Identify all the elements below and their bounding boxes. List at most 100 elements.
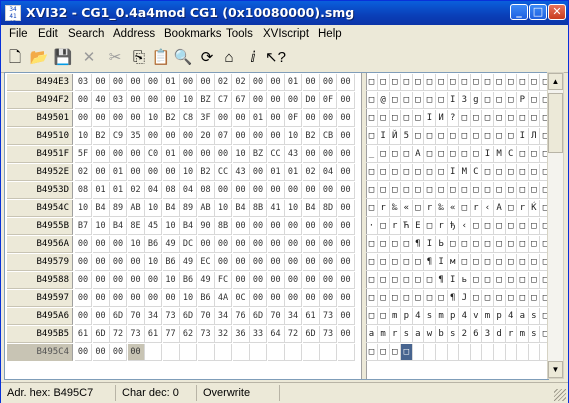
hex-cell[interactable]: 00 <box>110 74 127 91</box>
hex-cell[interactable]: 00 <box>232 218 250 235</box>
ascii-cell[interactable]: □ <box>389 290 402 307</box>
ascii-cell[interactable]: s <box>424 308 436 325</box>
ascii-cell[interactable]: □ <box>400 290 413 307</box>
hex-cell[interactable]: 00 <box>92 236 110 253</box>
menu-file[interactable]: File <box>9 28 28 40</box>
ascii-cell[interactable]: 5 <box>400 128 413 145</box>
hex-cell[interactable]: B4 <box>180 218 197 235</box>
hex-cell[interactable]: 00 <box>285 182 302 199</box>
ascii-cell[interactable]: m <box>377 326 390 343</box>
ascii-cell[interactable]: □ <box>366 308 378 325</box>
ascii-cell[interactable]: □ <box>482 110 494 127</box>
ascii-cell[interactable]: □ <box>389 272 402 289</box>
ascii-cell[interactable]: □ <box>470 146 483 163</box>
ascii-cell[interactable]: □ <box>377 218 390 235</box>
ascii-cell[interactable]: r <box>516 200 529 217</box>
hex-cell[interactable]: 00 <box>302 290 320 307</box>
ascii-cell[interactable]: □ <box>366 344 378 361</box>
ascii-cell[interactable]: □ <box>493 92 506 109</box>
hex-cell[interactable]: 00 <box>267 110 285 127</box>
hex-cell[interactable]: B2 <box>92 128 110 145</box>
ascii-cell[interactable]: □ <box>400 254 413 271</box>
ascii-cell[interactable]: s <box>528 308 541 325</box>
hex-cell[interactable]: 00 <box>92 272 110 289</box>
hex-cell[interactable]: 40 <box>92 92 110 109</box>
ascii-cell[interactable]: □ <box>493 254 506 271</box>
ascii-cell[interactable]: И <box>435 110 448 127</box>
ascii-cell[interactable]: □ <box>412 128 425 145</box>
hex-cell[interactable]: C0 <box>145 146 162 163</box>
ascii-cell[interactable]: ¶ <box>424 254 436 271</box>
ascii-cell[interactable]: E <box>412 218 425 235</box>
ascii-cell[interactable]: □ <box>389 164 402 181</box>
row-address[interactable]: B4956A <box>7 236 73 253</box>
ascii-cell[interactable]: r <box>470 200 483 217</box>
hex-cell[interactable]: B6 <box>145 236 162 253</box>
hex-cell[interactable]: 6D <box>92 326 110 343</box>
hex-cell[interactable]: B6 <box>162 254 180 271</box>
ascii-cell[interactable]: □ <box>412 200 425 217</box>
ascii-cell[interactable]: □ <box>528 236 541 253</box>
new-icon[interactable]: 🗋 <box>5 48 25 68</box>
hex-cell[interactable]: 8E <box>127 218 145 235</box>
hex-cell[interactable]: 00 <box>215 254 232 271</box>
ascii-cell[interactable]: □ <box>400 272 413 289</box>
ascii-cell[interactable]: □ <box>528 218 541 235</box>
ascii-cell[interactable]: 3 <box>482 326 494 343</box>
hex-cell[interactable]: 00 <box>127 164 145 181</box>
hex-cell[interactable]: 43 <box>232 164 250 181</box>
ascii-cell[interactable]: □ <box>505 128 518 145</box>
hex-cell[interactable]: 43 <box>285 146 302 163</box>
ascii-cell[interactable]: □ <box>505 254 518 271</box>
hex-cell[interactable]: 00 <box>337 92 355 109</box>
ascii-cell[interactable]: ? <box>447 110 460 127</box>
ascii-cell[interactable]: □ <box>516 74 529 91</box>
goto-icon[interactable]: ⌂ <box>219 48 239 68</box>
hex-cell[interactable]: 00 <box>267 272 285 289</box>
ascii-cell[interactable]: □ <box>366 290 378 307</box>
hex-cell[interactable]: AB <box>197 200 215 217</box>
hex-cell[interactable]: BZ <box>197 92 215 109</box>
ascii-cell[interactable]: a <box>366 326 378 343</box>
hex-cell[interactable]: 08 <box>75 182 92 199</box>
scroll-thumb[interactable] <box>548 93 563 153</box>
ascii-cell[interactable]: 3 <box>458 92 471 109</box>
ascii-cell[interactable]: m <box>516 326 529 343</box>
ascii-cell[interactable]: □ <box>412 164 425 181</box>
hex-cell[interactable]: AB <box>127 200 145 217</box>
ascii-cell[interactable]: A <box>412 146 425 163</box>
ascii-cell[interactable]: I <box>482 146 494 163</box>
hex-cell[interactable]: 00 <box>320 290 337 307</box>
hex-cell[interactable]: 00 <box>337 182 355 199</box>
ascii-cell[interactable]: □ <box>470 182 483 199</box>
ascii-cell[interactable]: □ <box>377 308 390 325</box>
ascii-cell[interactable]: 4 <box>412 308 425 325</box>
hex-cell[interactable]: 00 <box>127 110 145 127</box>
hex-cell[interactable]: 00 <box>337 146 355 163</box>
copy-icon[interactable]: ⎘ <box>129 48 149 68</box>
ascii-cell[interactable]: □ <box>377 344 390 361</box>
hex-cell[interactable]: 10 <box>162 272 180 289</box>
ascii-cell[interactable]: C <box>505 146 518 163</box>
hex-cell[interactable]: 72 <box>110 326 127 343</box>
ascii-cell[interactable]: □ <box>447 128 460 145</box>
ascii-cell[interactable]: □ <box>412 182 425 199</box>
hex-cell[interactable] <box>285 344 302 361</box>
hex-cell[interactable]: 00 <box>250 182 267 199</box>
ascii-cell[interactable]: □ <box>377 182 390 199</box>
hex-cell[interactable]: 4A <box>215 290 232 307</box>
hex-cell[interactable]: 00 <box>267 182 285 199</box>
ascii-cell[interactable]: □ <box>458 74 471 91</box>
hex-cell[interactable]: 00 <box>285 218 302 235</box>
hex-cell[interactable]: 62 <box>180 326 197 343</box>
ascii-cell[interactable]: □ <box>505 218 518 235</box>
ascii-cell[interactable]: ‰ <box>389 200 402 217</box>
ascii-cell[interactable]: □ <box>470 254 483 271</box>
hex-cell[interactable]: B4 <box>92 200 110 217</box>
hex-cell[interactable]: 00 <box>110 254 127 271</box>
hex-cell[interactable]: 01 <box>162 146 180 163</box>
hex-cell[interactable]: 00 <box>75 308 92 325</box>
ascii-cell[interactable]: Ь <box>435 236 448 253</box>
ascii-cell[interactable]: □ <box>516 290 529 307</box>
hex-cell[interactable]: 00 <box>232 128 250 145</box>
